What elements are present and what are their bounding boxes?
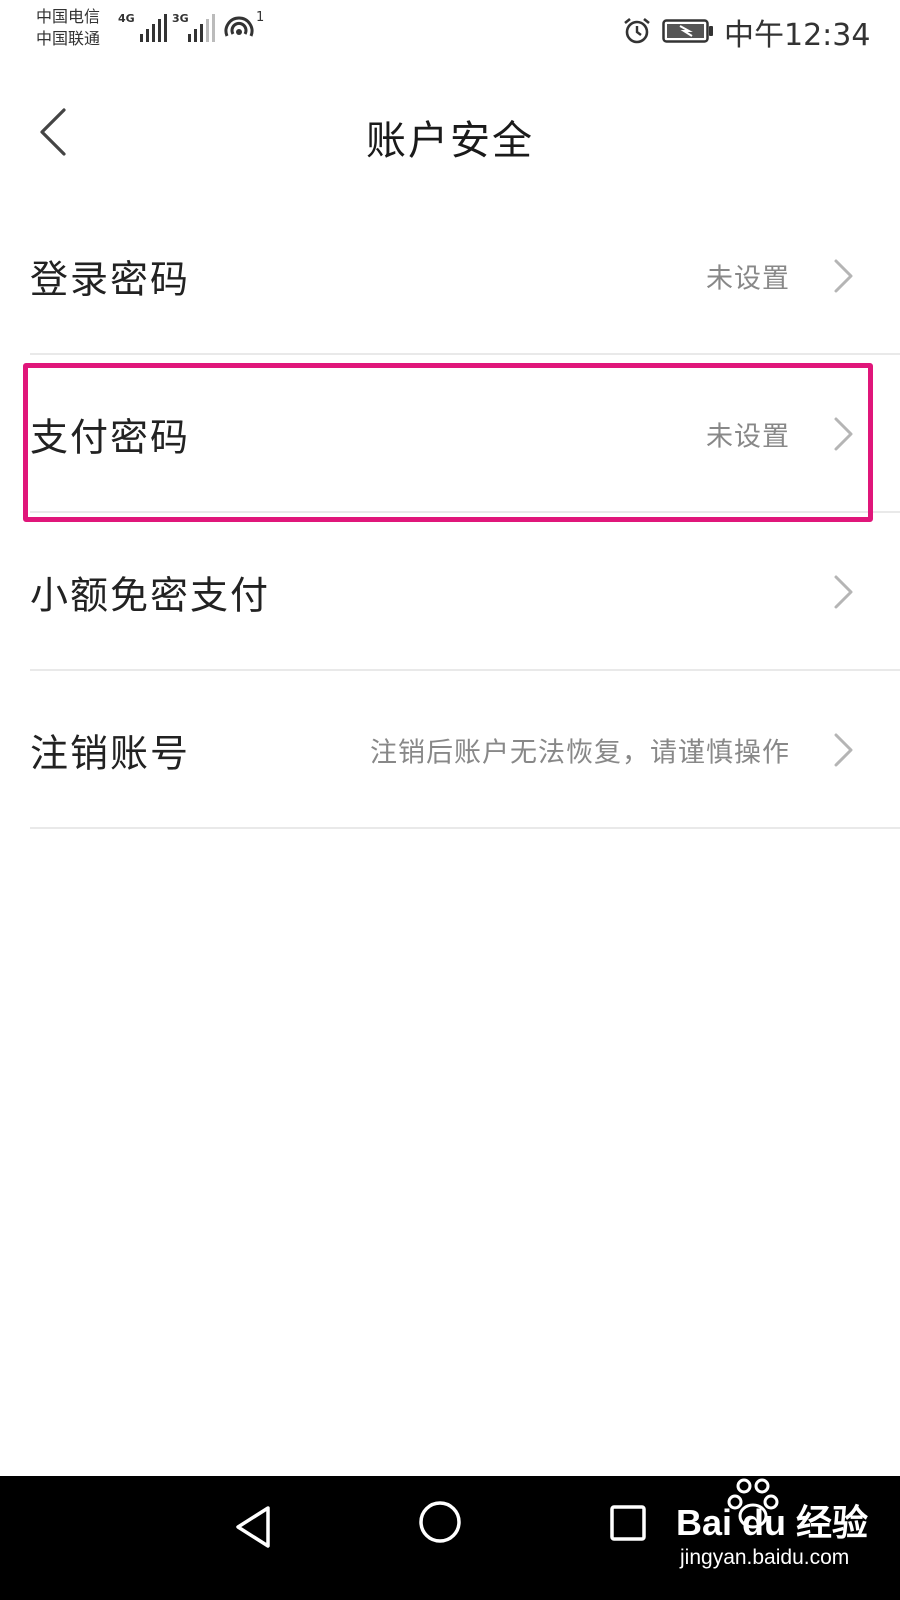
- setting-payment-password[interactable]: 支付密码 未设置: [0, 355, 900, 513]
- setting-value: 未设置: [706, 263, 790, 295]
- status-time: 中午12:34: [724, 18, 871, 53]
- nav-back-icon[interactable]: [232, 1504, 274, 1550]
- network-type-2: 3G: [172, 12, 189, 25]
- carrier-1: 中国电信: [36, 7, 101, 26]
- page-header: 账户安全: [0, 80, 900, 180]
- status-bar: 中国电信 中国联通 4G 3G 1 中午12:34: [0, 0, 900, 60]
- setting-label: 小额免密支付: [30, 573, 271, 618]
- wifi-hotspot-icon: [224, 16, 254, 37]
- network-type-1: 4G: [118, 12, 135, 25]
- setting-value: 未设置: [706, 421, 790, 453]
- chevron-right-icon: [834, 733, 853, 767]
- navigation-bar: Bai du 经验 jingyan.baidu.com: [0, 1476, 900, 1600]
- setting-label: 支付密码: [30, 415, 191, 460]
- watermark-url: jingyan.baidu.com: [680, 1546, 850, 1569]
- setting-cancel-account[interactable]: 注销账号 注销后账户无法恢复，请谨慎操作: [0, 671, 900, 829]
- divider: [30, 827, 900, 829]
- setting-small-amount-payment[interactable]: 小额免密支付: [0, 513, 900, 671]
- alarm-icon: [624, 17, 650, 44]
- watermark-brand: Bai du 经验: [676, 1502, 869, 1543]
- chevron-right-icon: [834, 417, 853, 451]
- nav-recent-icon[interactable]: [609, 1504, 647, 1542]
- page-title: 账户安全: [366, 118, 534, 164]
- chevron-right-icon: [834, 259, 853, 293]
- baidu-watermark: Bai du 经验 jingyan.baidu.com: [676, 1478, 886, 1594]
- signal-4g-icon: 4G: [118, 12, 167, 42]
- setting-label: 注销账号: [30, 731, 191, 776]
- setting-login-password[interactable]: 登录密码 未设置: [0, 197, 900, 355]
- chevron-right-icon: [834, 575, 853, 609]
- nav-home-icon[interactable]: [418, 1500, 462, 1544]
- setting-label: 登录密码: [30, 257, 191, 302]
- battery-charging-icon: [662, 19, 713, 43]
- carrier-names: 中国电信 中国联通: [36, 6, 100, 50]
- carrier-2: 中国联通: [36, 29, 101, 48]
- setting-value: 注销后账户无法恢复，请谨慎操作: [370, 737, 790, 769]
- signal-3g-icon: 3G: [172, 12, 215, 42]
- hotspot-count: 1: [256, 10, 265, 25]
